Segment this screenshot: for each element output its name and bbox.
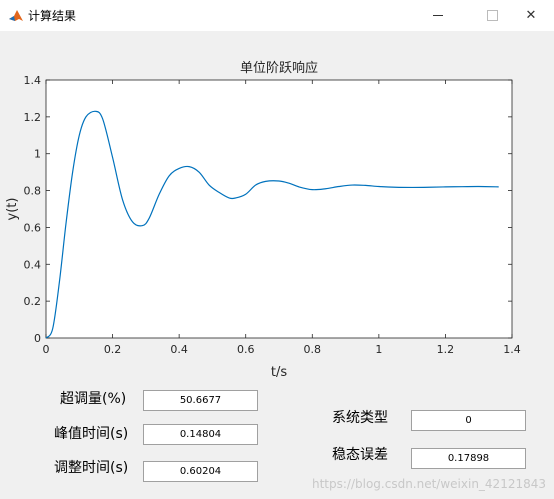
settling-time-label: 调整时间(s) [54, 460, 129, 476]
minimize-icon [433, 15, 443, 16]
chart-title: 单位阶跃响应 [240, 60, 318, 76]
x-tick-label: 0.4 [170, 343, 188, 356]
plot-area [45, 79, 513, 339]
maximize-icon [486, 10, 498, 21]
x-tick-label: 0.8 [304, 343, 322, 356]
x-axis-label: t/s [271, 365, 287, 380]
x-tick-label: 0 [43, 343, 50, 356]
x-tick-label: 1.4 [503, 343, 521, 356]
window-title: 计算结果 [28, 9, 77, 23]
y-tick-label: 1 [34, 148, 41, 161]
y-tick-label: 0.4 [24, 258, 42, 271]
step-response-chart: 单位阶跃响应 0 0.2 0.4 0.6 0.8 1 1.2 1.4 0 0.2 0.4 0.6 0.8… [5, 60, 521, 380]
y-tick-label: 1.2 [24, 111, 42, 124]
y-tick-label: 1.4 [24, 74, 42, 87]
y-tick-label: 0 [34, 332, 41, 345]
peak-time-field[interactable]: 0.14804 [143, 424, 258, 445]
x-tick-label: 0.2 [104, 343, 122, 356]
matlab-icon [8, 8, 24, 24]
peak-time-label: 峰值时间(s) [54, 426, 129, 442]
steady-error-label: 稳态误差 [332, 447, 388, 463]
x-tick-label: 1 [375, 343, 382, 356]
settling-time-field[interactable]: 0.60204 [143, 461, 258, 482]
y-axis-label: y(t) [5, 198, 20, 221]
x-tick-label: 1.2 [437, 343, 455, 356]
y-tick-label: 0.2 [24, 295, 42, 308]
x-tick-label: 0.6 [237, 343, 255, 356]
y-tick-label: 0.8 [24, 185, 42, 198]
overshoot-label: 超调量(%) [60, 391, 127, 407]
close-button[interactable]: ✕ [508, 0, 554, 31]
minimize-button[interactable] [415, 0, 461, 31]
close-icon: ✕ [525, 8, 537, 23]
overshoot-field[interactable]: 50.6677 [143, 390, 258, 411]
system-type-label: 系统类型 [332, 410, 388, 426]
y-tick-label: 0.6 [24, 221, 42, 234]
window-titlebar: 计算结果 ✕ [0, 0, 554, 31]
system-type-field[interactable]: 0 [411, 410, 526, 431]
steady-error-field[interactable]: 0.17898 [411, 448, 526, 469]
watermark: https://blog.csdn.net/weixin_42121843 [311, 477, 546, 491]
